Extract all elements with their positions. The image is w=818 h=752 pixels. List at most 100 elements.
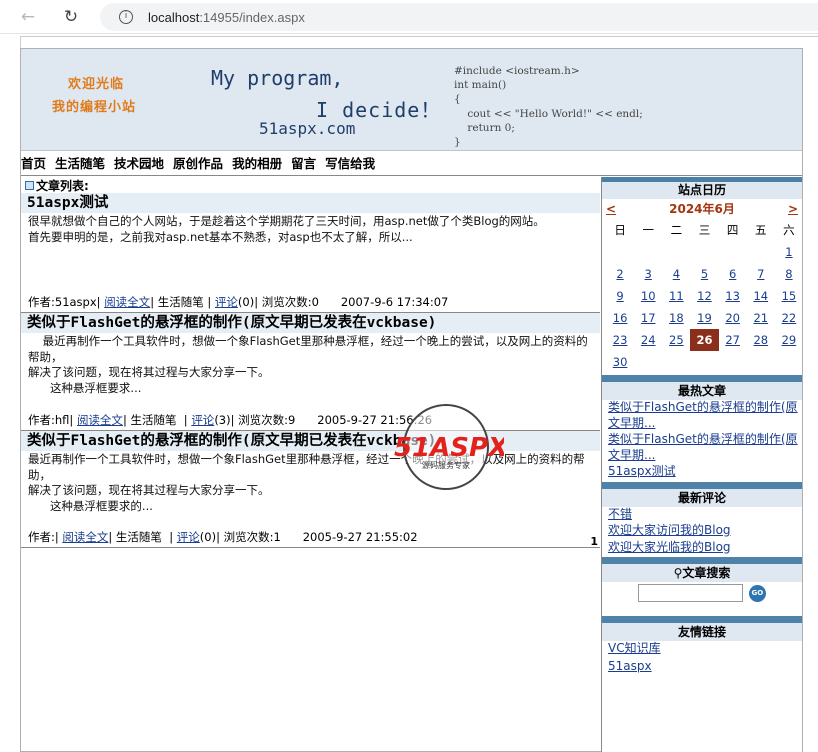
comment-link[interactable]: 欢迎大家访问我的Blog (602, 523, 802, 539)
calendar-day-link[interactable]: 28 (753, 333, 768, 347)
menu-item-guestbook[interactable]: 留言 (291, 154, 316, 175)
calendar-day-link[interactable]: 1 (785, 245, 792, 259)
calendar-prev[interactable]: < (606, 199, 616, 219)
article-meta: 作者:hfl| 阅读全文| 生活随笔 | 评论(3)| 浏览次数:9 2005-… (21, 412, 439, 428)
read-more-link[interactable]: 阅读全文 (77, 413, 123, 427)
search-go-button[interactable]: GO (748, 584, 766, 602)
calendar-day[interactable]: 21 (747, 307, 775, 329)
menu-item-home[interactable]: 首页 (21, 154, 46, 175)
calendar-day[interactable]: 1 (775, 241, 803, 263)
calendar-day[interactable]: 14 (747, 285, 775, 307)
calendar-day-link[interactable]: 13 (725, 289, 740, 303)
calendar-day-link[interactable]: 20 (725, 311, 740, 325)
calendar-day-link[interactable]: 24 (641, 333, 656, 347)
calendar-day[interactable]: 2 (606, 263, 634, 285)
calendar-day[interactable]: 9 (606, 285, 634, 307)
calendar-day-link[interactable]: 4 (673, 267, 680, 281)
calendar-day[interactable]: 23 (606, 329, 634, 351)
calendar-day-link[interactable]: 23 (613, 333, 628, 347)
calendar-day-link[interactable]: 8 (785, 267, 792, 281)
info-icon[interactable]: i (119, 10, 133, 24)
back-arrow-icon[interactable]: ← (17, 6, 39, 28)
calendar-next[interactable]: > (788, 199, 798, 219)
comment-link[interactable]: 不错 (602, 507, 802, 523)
calendar-day[interactable]: 10 (634, 285, 662, 307)
friend-link[interactable]: 51aspx (602, 659, 802, 675)
calendar-day[interactable]: 8 (775, 263, 803, 285)
calendar-day-link[interactable]: 19 (697, 311, 712, 325)
calendar-day[interactable]: 17 (634, 307, 662, 329)
calendar-day[interactable]: 6 (719, 263, 747, 285)
article-title[interactable]: 类似于FlashGet的悬浮框的制作(原文早期已发表在vckbase) (21, 431, 600, 451)
calendar-day[interactable]: 19 (690, 307, 718, 329)
calendar-day[interactable]: 24 (634, 329, 662, 351)
calendar-day-link[interactable]: 21 (753, 311, 768, 325)
calendar-empty-cell (690, 351, 718, 373)
page-number[interactable]: 1 (590, 535, 598, 548)
calendar-day-link[interactable]: 29 (782, 333, 797, 347)
calendar-day[interactable]: 12 (690, 285, 718, 307)
calendar-day-link[interactable]: 25 (669, 333, 684, 347)
calendar-day-link[interactable]: 7 (757, 267, 764, 281)
comment-link[interactable]: 评论 (191, 413, 214, 427)
calendar-day[interactable]: 16 (606, 307, 634, 329)
article-date: 2007-9-6 17:34:07 (340, 295, 449, 309)
calendar-day-link[interactable]: 15 (782, 289, 797, 303)
calendar-day[interactable]: 3 (634, 263, 662, 285)
hot-article-link[interactable]: 51aspx测试 (602, 464, 802, 480)
calendar-day-link[interactable]: 6 (729, 267, 736, 281)
hot-article-link[interactable]: 类似于FlashGet的悬浮框的制作(原文早期... (602, 432, 802, 463)
calendar-day[interactable]: 28 (747, 329, 775, 351)
article-title[interactable]: 类似于FlashGet的悬浮框的制作(原文早期已发表在vckbase) (21, 313, 600, 333)
calendar-day[interactable]: 27 (719, 329, 747, 351)
calendar-day-link[interactable]: 2 (616, 267, 623, 281)
calendar-day-link[interactable]: 14 (753, 289, 768, 303)
search-input[interactable] (638, 584, 744, 602)
calendar-day[interactable]: 15 (775, 285, 803, 307)
welcome-text: 欢迎光临 (68, 77, 125, 92)
calendar-day[interactable]: 29 (775, 329, 803, 351)
read-more-link[interactable]: 阅读全文 (62, 530, 108, 544)
calendar-day[interactable]: 25 (662, 329, 690, 351)
reload-icon[interactable]: ↻ (60, 6, 82, 28)
calendar-day[interactable]: 18 (662, 307, 690, 329)
calendar-day-link[interactable]: 5 (701, 267, 708, 281)
calendar-day-link[interactable]: 18 (669, 311, 684, 325)
calendar-day-link[interactable]: 22 (782, 311, 797, 325)
calendar-empty-cell (634, 241, 662, 263)
friend-link[interactable]: VC知识库 (602, 641, 802, 657)
calendar-day[interactable]: 4 (662, 263, 690, 285)
calendar-day-link[interactable]: 9 (616, 289, 623, 303)
calendar-day[interactable]: 20 (719, 307, 747, 329)
article-meta: 作者:| 阅读全文| 生活随笔 | 评论(0)| 浏览次数:1 2005-9-2… (21, 529, 425, 545)
calendar-day-link[interactable]: 3 (645, 267, 652, 281)
calendar-day-today[interactable]: 26 (690, 329, 719, 351)
calendar-day[interactable]: 30 (606, 351, 634, 373)
calendar-day-link[interactable]: 27 (725, 333, 740, 347)
menu-item-contact[interactable]: 写信给我 (325, 154, 375, 175)
comment-link[interactable]: 欢迎大家光临我的Blog (602, 540, 802, 556)
comment-link[interactable]: 评论 (215, 295, 238, 309)
calendar-day[interactable]: 13 (719, 285, 747, 307)
calendar-day-link[interactable]: 16 (613, 311, 628, 325)
calendar-day[interactable]: 7 (747, 263, 775, 285)
calendar-day-link[interactable]: 10 (641, 289, 656, 303)
calendar-day[interactable]: 5 (690, 263, 718, 285)
comment-link[interactable]: 评论 (177, 530, 200, 544)
article-title[interactable]: 51aspx测试 (21, 193, 600, 213)
calendar-day-link[interactable]: 30 (613, 355, 628, 369)
menu-item-original[interactable]: 原创作品 (173, 154, 223, 175)
hot-article-link[interactable]: 类似于FlashGet的悬浮框的制作(原文早期... (602, 400, 802, 431)
address-bar[interactable]: i localhost:14955/index.aspx (100, 3, 818, 31)
menu-item-life[interactable]: 生活随笔 (55, 154, 105, 175)
calendar-day[interactable]: 11 (662, 285, 690, 307)
menu-item-album[interactable]: 我的相册 (232, 154, 282, 175)
url-text[interactable]: localhost:14955/index.aspx (148, 10, 305, 25)
calendar-day-link[interactable]: 12 (697, 289, 712, 303)
menu-item-tech[interactable]: 技术园地 (114, 154, 164, 175)
calendar-day-link[interactable]: 11 (669, 289, 684, 303)
welcome-subtext: 我的编程小站 (52, 100, 137, 115)
calendar-day-link[interactable]: 17 (641, 311, 656, 325)
calendar-day[interactable]: 22 (775, 307, 803, 329)
read-more-link[interactable]: 阅读全文 (104, 295, 150, 309)
